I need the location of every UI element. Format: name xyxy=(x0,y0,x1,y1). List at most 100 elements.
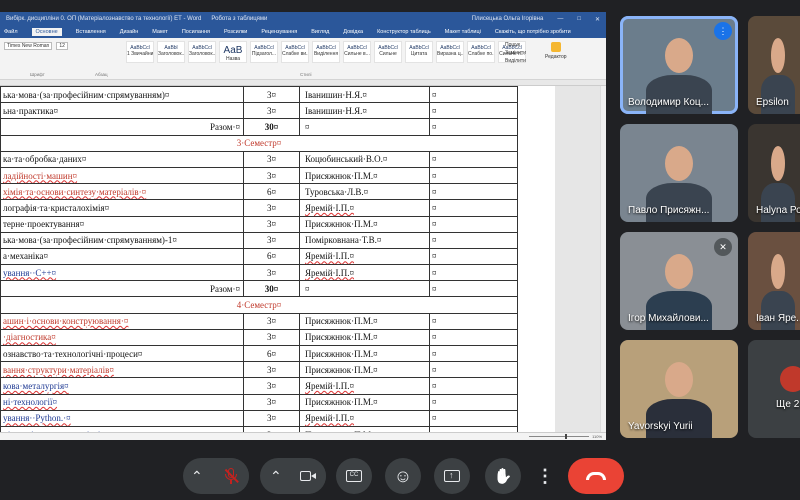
discipline-cell[interactable]: Разом·¤ xyxy=(0,280,244,298)
select-button[interactable]: Виділити xyxy=(505,58,526,64)
credits-cell[interactable]: 3¤ xyxy=(243,361,300,379)
style-item[interactable]: AaBbCcl Сильне в... xyxy=(343,41,371,63)
style-item[interactable]: AaBbCcl Підзагол... xyxy=(250,41,278,63)
note-cell[interactable]: ¤ xyxy=(429,199,518,217)
credits-cell[interactable]: 6¤ xyxy=(243,183,300,201)
style-item[interactable]: AaB Назва xyxy=(219,41,247,63)
teacher-cell[interactable]: ¤ xyxy=(299,280,430,298)
credits-cell[interactable]: 3¤ xyxy=(243,409,300,427)
close-icon[interactable]: ✕ xyxy=(595,16,600,23)
credits-cell[interactable]: 3¤ xyxy=(243,86,300,104)
participant-tile[interactable]: Ще 2... xyxy=(748,340,800,438)
ribbon-tab[interactable]: Вигляд xyxy=(311,29,329,35)
semester-cell[interactable]: 3·Семестр¤ xyxy=(0,134,518,152)
teacher-cell[interactable]: Яремій·І.П.¤ xyxy=(299,247,430,266)
minimize-icon[interactable]: — xyxy=(557,16,563,23)
teacher-cell[interactable]: Яремій·І.П.¤ xyxy=(299,199,430,217)
teacher-cell[interactable]: Присяжнюк·П.М.¤ xyxy=(299,166,430,185)
discipline-cell[interactable]: ка·та·обробка·даних¤ xyxy=(0,150,244,168)
reactions-button[interactable]: ☺ xyxy=(385,458,421,494)
credits-cell[interactable]: 3¤ xyxy=(243,215,300,233)
participant-tile[interactable]: Іван Яре... xyxy=(748,232,800,330)
discipline-cell[interactable]: ашин·і·основи·конструювання·¤ xyxy=(0,312,244,330)
zoom-control[interactable]: 110% xyxy=(529,434,602,439)
discipline-cell[interactable]: а·механіка¤ xyxy=(0,247,244,266)
teacher-cell[interactable]: Помірковнана·Т.В.¤ xyxy=(299,231,430,249)
teacher-cell[interactable]: Іванишин·Н.Я.¤ xyxy=(299,86,430,104)
teacher-cell[interactable]: Яремій·І.П.¤ xyxy=(299,409,430,427)
participant-tile[interactable]: Yavorskyi Yurii xyxy=(620,340,738,438)
note-cell[interactable]: ¤ xyxy=(429,280,518,298)
style-item[interactable]: AaBbCcl Виразна ц... xyxy=(436,41,464,63)
raise-hand-button[interactable]: ✋ xyxy=(485,458,521,494)
teacher-cell[interactable]: Коцюбинський·В.О.¤ xyxy=(299,150,430,168)
discipline-cell[interactable]: ька·мова·(за·професійним·спрямуванням)-1… xyxy=(0,231,244,249)
find-button[interactable]: Пошук xyxy=(505,42,526,48)
participant-tile[interactable]: Epsilon xyxy=(748,16,800,114)
discipline-cell[interactable]: ька·мова·(за·професійним·спрямуванням)¤ xyxy=(0,86,244,104)
note-cell[interactable]: ¤ xyxy=(429,328,518,347)
ribbon-tab[interactable]: Посилання xyxy=(182,29,210,35)
ribbon-tab[interactable]: Дизайн xyxy=(120,29,139,35)
style-item[interactable]: AaBbCcl Заголовок... xyxy=(188,41,216,63)
maximize-icon[interactable]: □ xyxy=(577,16,581,23)
teacher-cell[interactable]: Яремій·І.П.¤ xyxy=(299,377,430,395)
note-cell[interactable]: ¤ xyxy=(429,264,518,282)
discipline-cell[interactable]: ознавство·та·технологічні·процеси¤ xyxy=(0,344,244,363)
note-cell[interactable]: ¤ xyxy=(429,150,518,168)
note-cell[interactable]: ¤ xyxy=(429,377,518,395)
style-item[interactable]: AaBbCcl1 Звичайни... xyxy=(126,41,154,63)
note-cell[interactable]: ¤ xyxy=(429,231,518,249)
tell-me-search[interactable]: Скажіть, що потрібно зробити xyxy=(495,29,571,35)
more-options-button[interactable]: ⋮ xyxy=(532,458,558,494)
discipline-cell[interactable]: лографія·та·кристалохімія¤ xyxy=(0,199,244,217)
replace-button[interactable]: Замінити xyxy=(505,50,526,56)
credits-cell[interactable]: 3¤ xyxy=(243,377,300,395)
teacher-cell[interactable]: Присяжнюк·П.М.¤ xyxy=(299,361,430,379)
note-cell[interactable]: ¤ xyxy=(429,166,518,185)
discipline-cell[interactable]: кова·металургія¤ xyxy=(0,377,244,395)
note-cell[interactable]: ¤ xyxy=(429,86,518,104)
semester-cell[interactable]: 4·Семестр¤ xyxy=(0,296,518,314)
teacher-cell[interactable]: Іванишин·Н.Я.¤ xyxy=(299,102,430,120)
ribbon-tab[interactable]: Вставлення xyxy=(76,29,106,35)
participant-tile[interactable]: Володимир Коц... ⋮ xyxy=(620,16,738,114)
discipline-cell[interactable]: ування··С++¤ xyxy=(0,264,244,282)
style-item[interactable]: AaBbCcl Слабке по... xyxy=(467,41,495,63)
style-item[interactable]: AaBbCcl Виділення xyxy=(312,41,340,63)
credits-cell[interactable]: 3¤ xyxy=(243,312,300,330)
teacher-cell[interactable]: Присяжнюк·П.М.¤ xyxy=(299,312,430,330)
ribbon-tab[interactable]: Рецензування xyxy=(261,29,297,35)
ribbon-tab[interactable]: Файл xyxy=(4,29,18,35)
note-cell[interactable]: ¤ xyxy=(429,344,518,363)
vertical-scrollbar[interactable] xyxy=(600,86,606,432)
credits-cell[interactable]: 3¤ xyxy=(243,166,300,185)
note-cell[interactable]: ¤ xyxy=(429,118,518,136)
discipline-cell[interactable]: ьна·практика¤ xyxy=(0,102,244,120)
zoom-slider[interactable] xyxy=(529,434,590,439)
teacher-cell[interactable]: Присяжнюк·П.М.¤ xyxy=(299,328,430,347)
style-item[interactable]: AaBbCcl Сильне xyxy=(374,41,402,63)
credits-cell[interactable]: 3¤ xyxy=(243,102,300,120)
note-cell[interactable]: ¤ xyxy=(429,361,518,379)
note-cell[interactable]: ¤ xyxy=(429,183,518,201)
credits-cell[interactable]: 30¤ xyxy=(243,118,300,136)
note-cell[interactable]: ¤ xyxy=(429,102,518,120)
note-cell[interactable]: ¤ xyxy=(429,312,518,330)
teacher-cell[interactable]: Присяжнюк·П.М.¤ xyxy=(299,215,430,233)
teacher-cell[interactable]: Присяжнюк·П.М.¤ xyxy=(299,344,430,363)
teacher-cell[interactable]: Присяжнюк·П.М.¤ xyxy=(299,393,430,411)
credits-cell[interactable]: 6¤ xyxy=(243,344,300,363)
camera-toggle-button[interactable] xyxy=(290,458,326,494)
note-cell[interactable]: ¤ xyxy=(429,393,518,411)
mic-toggle-button[interactable] xyxy=(213,458,249,494)
ribbon-tab[interactable]: Макет xyxy=(152,29,168,35)
discipline-cell[interactable]: хімія·та·основи·синтезу·матеріалів·¤ xyxy=(0,183,244,201)
note-cell[interactable]: ¤ xyxy=(429,409,518,427)
discipline-cell[interactable]: ні·технології¤ xyxy=(0,393,244,411)
discipline-cell[interactable]: ування··Python.·¤ xyxy=(0,409,244,427)
captions-button[interactable]: CC xyxy=(336,458,372,494)
discipline-cell[interactable]: ладійності·машин¤ xyxy=(0,166,244,185)
teacher-cell[interactable]: Яремій·І.П.¤ xyxy=(299,264,430,282)
style-item[interactable]: AaBbCcl Цитата xyxy=(405,41,433,63)
